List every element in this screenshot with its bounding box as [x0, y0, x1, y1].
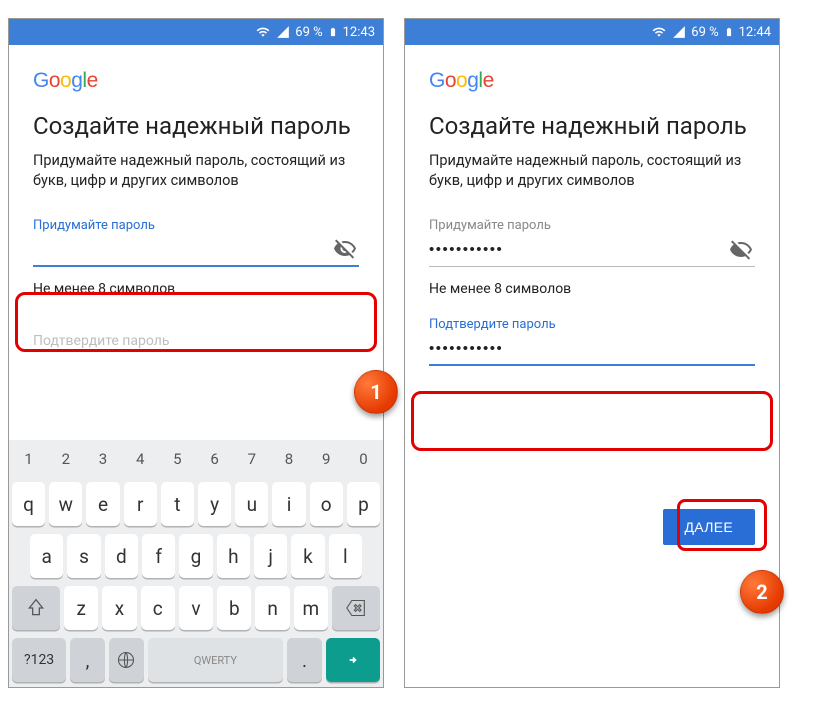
signal-icon	[276, 25, 290, 39]
annotation-marker-1: 1	[354, 370, 398, 414]
key-comma[interactable]: ,	[70, 638, 105, 682]
password-field-block: Придумайте пароль	[429, 218, 755, 267]
key-w[interactable]: w	[49, 482, 82, 526]
key-j[interactable]: j	[254, 534, 287, 578]
key-n[interactable]: n	[255, 586, 289, 630]
eye-off-icon	[333, 237, 357, 261]
key-3[interactable]: 3	[86, 444, 119, 474]
key-c[interactable]: c	[141, 586, 175, 630]
password-row	[33, 233, 359, 267]
key-6[interactable]: 6	[198, 444, 231, 474]
key-7[interactable]: 7	[235, 444, 268, 474]
key-backspace[interactable]	[332, 586, 380, 630]
key-z[interactable]: z	[64, 586, 98, 630]
phone-screenshot-right: 69 % 12:44 Google Создайте надежный паро…	[404, 18, 780, 688]
keyboard-row-3: z x c v b n m	[12, 586, 380, 630]
key-o[interactable]: o	[310, 482, 343, 526]
key-p[interactable]: p	[347, 482, 380, 526]
content-area: Google Создайте надежный пароль Придумай…	[9, 45, 383, 349]
signal-icon	[672, 25, 686, 39]
key-0[interactable]: 0	[347, 444, 380, 474]
page-subtitle: Придумайте надежный пароль, состоящий из…	[429, 151, 755, 190]
key-g[interactable]: g	[179, 534, 212, 578]
key-shift[interactable]	[12, 586, 60, 630]
key-d[interactable]: d	[105, 534, 138, 578]
key-a[interactable]: a	[30, 534, 63, 578]
key-u[interactable]: u	[235, 482, 268, 526]
key-i[interactable]: i	[272, 482, 305, 526]
clock: 12:44	[739, 25, 771, 40]
key-v[interactable]: v	[179, 586, 213, 630]
phone-screenshot-left: 69 % 12:43 Google Создайте надежный паро…	[8, 18, 384, 688]
key-q[interactable]: q	[12, 482, 45, 526]
google-logo: Google	[33, 69, 359, 93]
eye-off-icon	[729, 238, 753, 262]
google-logo: Google	[429, 69, 755, 93]
key-symbols[interactable]: ?123	[12, 638, 66, 682]
annotation-highlight-2	[411, 391, 773, 451]
toggle-visibility-button[interactable]	[727, 236, 755, 264]
confirm-label-partial: Подтвердите пароль	[33, 333, 359, 349]
key-period[interactable]: .	[287, 638, 322, 682]
confirm-field-block: Подтвердите пароль	[429, 317, 755, 366]
battery-icon	[328, 24, 338, 40]
battery-text: 69 %	[295, 25, 322, 40]
clock: 12:43	[343, 25, 375, 40]
password-input[interactable]	[429, 241, 727, 258]
arrow-right-icon	[343, 650, 363, 670]
keyboard: 1 2 3 4 5 6 7 8 9 0 q w e r t y u i o p …	[9, 440, 383, 687]
confirm-row	[429, 332, 755, 366]
password-field-block: Придумайте пароль	[33, 218, 359, 267]
key-b[interactable]: b	[217, 586, 251, 630]
key-s[interactable]: s	[67, 534, 100, 578]
keyboard-row-numbers: 1 2 3 4 5 6 7 8 9 0	[12, 444, 380, 474]
confirm-input[interactable]	[429, 340, 755, 357]
key-h[interactable]: h	[217, 534, 250, 578]
key-4[interactable]: 4	[124, 444, 157, 474]
key-1[interactable]: 1	[12, 444, 45, 474]
password-input[interactable]	[33, 241, 331, 258]
backspace-icon	[346, 598, 366, 618]
password-hint: Не менее 8 символов	[33, 281, 359, 297]
key-r[interactable]: r	[124, 482, 157, 526]
key-y[interactable]: y	[198, 482, 231, 526]
page-title: Создайте надежный пароль	[429, 111, 755, 141]
key-lang[interactable]	[109, 638, 144, 682]
key-8[interactable]: 8	[272, 444, 305, 474]
key-5[interactable]: 5	[161, 444, 194, 474]
key-l[interactable]: l	[329, 534, 362, 578]
key-m[interactable]: m	[294, 586, 328, 630]
key-e[interactable]: e	[86, 482, 119, 526]
battery-icon	[724, 24, 734, 40]
password-row	[429, 233, 755, 267]
status-bar: 69 % 12:44	[405, 19, 779, 45]
key-9[interactable]: 9	[310, 444, 343, 474]
password-label: Придумайте пароль	[429, 218, 755, 233]
keyboard-row-1: q w e r t y u i o p	[12, 482, 380, 526]
page-subtitle: Придумайте надежный пароль, состоящий из…	[33, 151, 359, 190]
battery-text: 69 %	[691, 25, 718, 40]
key-2[interactable]: 2	[49, 444, 82, 474]
confirm-label: Подтвердите пароль	[429, 317, 755, 332]
key-enter[interactable]	[326, 638, 380, 682]
annotation-marker-2: 2	[740, 570, 784, 614]
key-t[interactable]: t	[161, 482, 194, 526]
keyboard-row-4: ?123 , QWERTY .	[12, 638, 380, 682]
page-title: Создайте надежный пароль	[33, 111, 359, 141]
wifi-icon	[255, 25, 271, 39]
key-k[interactable]: k	[291, 534, 324, 578]
toggle-visibility-button[interactable]	[331, 235, 359, 263]
globe-icon	[116, 650, 136, 670]
key-f[interactable]: f	[142, 534, 175, 578]
key-space[interactable]: QWERTY	[148, 638, 283, 682]
shift-icon	[26, 598, 46, 618]
keyboard-row-2: a s d f g h j k l	[12, 534, 380, 578]
content-area: Google Создайте надежный пароль Придумай…	[405, 45, 779, 366]
password-hint: Не менее 8 символов	[429, 281, 755, 297]
password-label: Придумайте пароль	[33, 218, 359, 233]
status-bar: 69 % 12:43	[9, 19, 383, 45]
wifi-icon	[651, 25, 667, 39]
next-button[interactable]: ДАЛЕЕ	[663, 509, 756, 545]
key-x[interactable]: x	[102, 586, 136, 630]
